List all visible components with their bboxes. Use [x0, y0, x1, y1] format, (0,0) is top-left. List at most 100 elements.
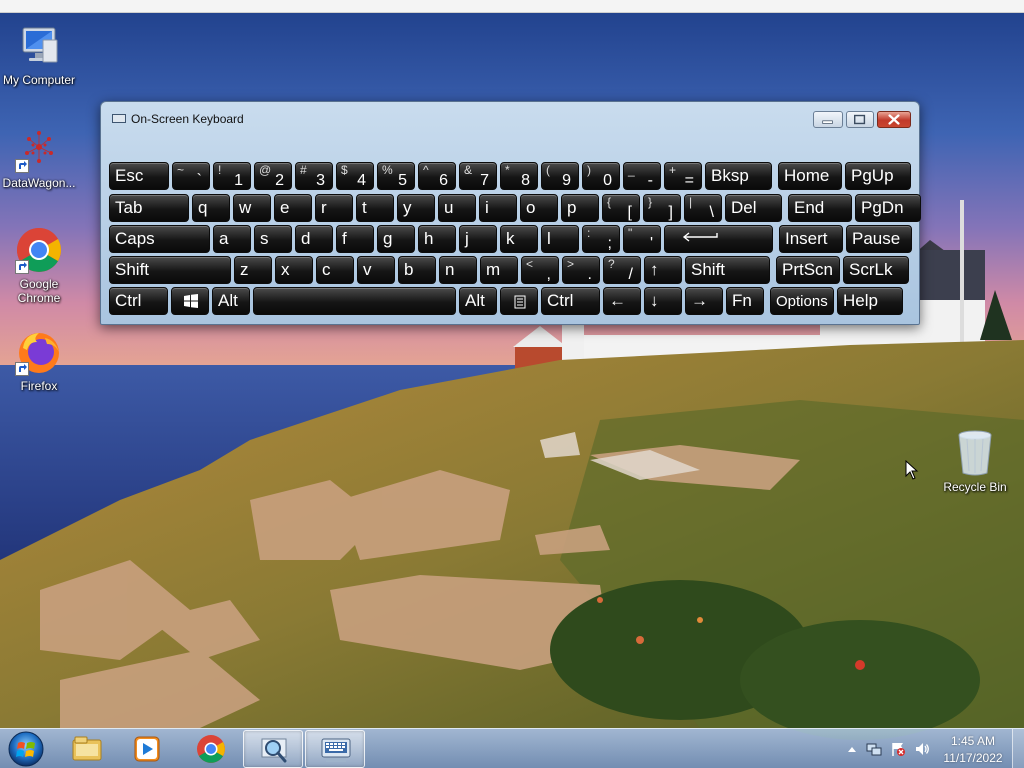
- key-o[interactable]: o: [520, 194, 558, 222]
- taskbar-media-player-button[interactable]: [117, 730, 177, 768]
- key-shift[interactable]: Shift: [109, 256, 231, 284]
- key-prtscn[interactable]: PrtScn: [776, 256, 840, 284]
- key-p[interactable]: p: [561, 194, 599, 222]
- key-a[interactable]: a: [213, 225, 251, 253]
- key-backtick[interactable]: ~ `: [172, 162, 210, 190]
- key-0[interactable]: ) 0: [582, 162, 620, 190]
- key-w[interactable]: w: [233, 194, 271, 222]
- restore-button[interactable]: [846, 111, 874, 128]
- key-3[interactable]: #3: [295, 162, 333, 190]
- taskbar-file-explorer-button[interactable]: [57, 730, 117, 768]
- key-shift[interactable]: Shift: [685, 256, 770, 284]
- action-center-icon[interactable]: [890, 741, 906, 757]
- key-6[interactable]: ^ 6: [418, 162, 456, 190]
- key-help[interactable]: Help: [837, 287, 903, 315]
- key-esc[interactable]: Esc: [109, 162, 169, 190]
- key-caps[interactable]: Caps: [109, 225, 210, 253]
- key-x[interactable]: x: [275, 256, 313, 284]
- key-pause[interactable]: Pause: [846, 225, 912, 253]
- desktop-icon-recycle-bin[interactable]: Recycle Bin: [936, 429, 1014, 494]
- taskbar-magnifier-button[interactable]: [243, 730, 303, 768]
- key-m[interactable]: m: [480, 256, 518, 284]
- key-pgup[interactable]: PgUp: [845, 162, 911, 190]
- key-del[interactable]: Del: [725, 194, 782, 222]
- key-u[interactable]: u: [438, 194, 476, 222]
- key-windows-logo-icon[interactable]: [171, 287, 209, 315]
- key-ctrl[interactable]: Ctrl: [109, 287, 168, 315]
- key-spacebar[interactable]: [253, 287, 456, 315]
- taskbar-chrome-button[interactable]: [181, 730, 241, 768]
- key-e[interactable]: e: [274, 194, 312, 222]
- window-title-bar[interactable]: On-Screen Keyboard: [101, 102, 919, 134]
- key-1[interactable]: ! 1: [213, 162, 251, 190]
- key-l[interactable]: l: [541, 225, 579, 253]
- key-4[interactable]: $4: [336, 162, 374, 190]
- key-9[interactable]: (9: [541, 162, 579, 190]
- key-apostrophe[interactable]: " ': [623, 225, 661, 253]
- key-right-arrow[interactable]: →: [685, 287, 723, 315]
- key-5[interactable]: % 5: [377, 162, 415, 190]
- minimize-button[interactable]: [813, 111, 843, 128]
- key-menu-key-icon[interactable]: [500, 287, 538, 315]
- key-backslash[interactable]: | \: [684, 194, 722, 222]
- key-equals[interactable]: + =: [664, 162, 702, 190]
- key-2[interactable]: @2: [254, 162, 292, 190]
- key-alt[interactable]: Alt: [459, 287, 497, 315]
- key-bksp[interactable]: Bksp: [705, 162, 772, 190]
- key-insert[interactable]: Insert: [779, 225, 843, 253]
- key-s[interactable]: s: [254, 225, 292, 253]
- key-right-bracket[interactable]: }]: [643, 194, 681, 222]
- key-r[interactable]: r: [315, 194, 353, 222]
- key-minus[interactable]: _ -: [623, 162, 661, 190]
- volume-icon[interactable]: [914, 741, 930, 757]
- key-period[interactable]: >.: [562, 256, 600, 284]
- key-i[interactable]: i: [479, 194, 517, 222]
- taskbar-on-screen-keyboard-button[interactable]: [305, 730, 365, 768]
- key-q[interactable]: q: [192, 194, 230, 222]
- key-ctrl[interactable]: Ctrl: [541, 287, 600, 315]
- key-left-arrow[interactable]: ←: [603, 287, 641, 315]
- key-enter-arrow-icon[interactable]: [664, 225, 773, 253]
- key-comma[interactable]: <,: [521, 256, 559, 284]
- key-tab[interactable]: Tab: [109, 194, 189, 222]
- key-n[interactable]: n: [439, 256, 477, 284]
- key-pgdn[interactable]: PgDn: [855, 194, 921, 222]
- desktop-icon-google-chrome[interactable]: Google Chrome: [0, 226, 78, 305]
- key-alt[interactable]: Alt: [212, 287, 250, 315]
- key-end[interactable]: End: [788, 194, 852, 222]
- key-z[interactable]: z: [234, 256, 272, 284]
- key-b[interactable]: b: [398, 256, 436, 284]
- key-h[interactable]: h: [418, 225, 456, 253]
- key-d[interactable]: d: [295, 225, 333, 253]
- key-down-arrow[interactable]: ↓: [644, 287, 682, 315]
- key-slash[interactable]: ? /: [603, 256, 641, 284]
- network-icon[interactable]: [866, 741, 882, 757]
- show-hidden-icons-icon[interactable]: [844, 741, 860, 757]
- desktop-icon-firefox[interactable]: Firefox: [0, 328, 78, 393]
- key-options[interactable]: Options: [770, 287, 834, 315]
- key-scrlk[interactable]: ScrLk: [843, 256, 909, 284]
- show-desktop-button[interactable]: [1012, 729, 1024, 768]
- key-semicolon[interactable]: :;: [582, 225, 620, 253]
- key-f[interactable]: f: [336, 225, 374, 253]
- key-8[interactable]: * 8: [500, 162, 538, 190]
- key-up-arrow[interactable]: ↑: [644, 256, 682, 284]
- key-t[interactable]: t: [356, 194, 394, 222]
- clock-date[interactable]: 11/17/2022: [940, 751, 1006, 765]
- key-fn[interactable]: Fn: [726, 287, 764, 315]
- key-y[interactable]: y: [397, 194, 435, 222]
- key-v[interactable]: v: [357, 256, 395, 284]
- on-screen-keyboard-window[interactable]: On-Screen Keyboard Esc ~ `! 1 @2 #3 $4% 5 ^ 6 & 7 * 8…: [100, 101, 921, 325]
- key-left-bracket[interactable]: {[: [602, 194, 640, 222]
- key-7[interactable]: & 7: [459, 162, 497, 190]
- desktop-icon-my-computer[interactable]: My Computer: [0, 22, 78, 87]
- key-c[interactable]: c: [316, 256, 354, 284]
- desktop-icon-datawagon[interactable]: DataWagon...: [0, 125, 78, 190]
- key-j[interactable]: j: [459, 225, 497, 253]
- key-k[interactable]: k: [500, 225, 538, 253]
- key-g[interactable]: g: [377, 225, 415, 253]
- start-button[interactable]: [6, 730, 46, 768]
- key-home[interactable]: Home: [778, 162, 842, 190]
- close-button[interactable]: [877, 111, 911, 128]
- clock-time[interactable]: 1:45 AM: [940, 734, 1006, 748]
